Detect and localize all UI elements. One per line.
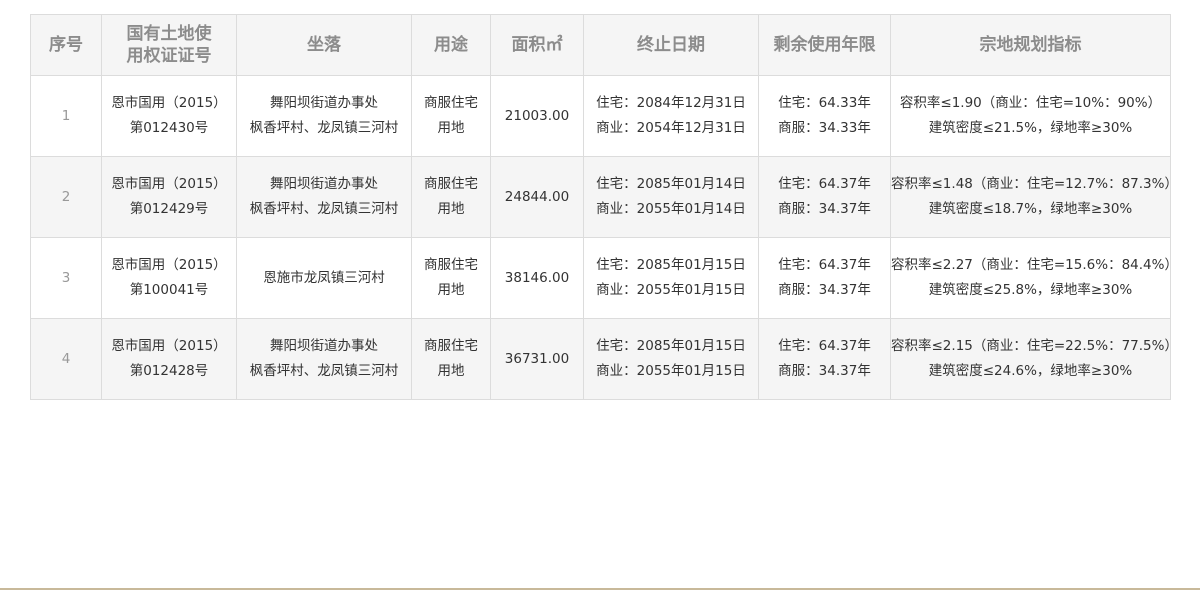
cell-text: 恩市国用（2015） (111, 338, 227, 354)
cell-remaining-years: 住宅：64.37年 商服：34.37年 (758, 156, 891, 238)
cell-text: 建筑密度≤24.6%，绿地率≥30% (928, 363, 1133, 379)
cell-area: 36731.00 (490, 318, 584, 400)
cell-text: 第012430号 (129, 120, 209, 136)
cell-text: 容积率≤1.90（商业：住宅=10%：90%） (899, 95, 1162, 111)
cell-area: 21003.00 (490, 75, 584, 157)
cell-text: 住宅：64.33年 (778, 95, 871, 111)
table-row: 4 恩市国用（2015） 第012428号 舞阳坝街道办事处 枫香坪村、龙凤镇三… (30, 318, 1178, 400)
header-remaining-years: 剩余使用年限 (758, 14, 891, 76)
cell-text: 建筑密度≤21.5%，绿地率≥30% (928, 120, 1133, 136)
cell-index: 3 (30, 237, 102, 319)
cell-location: 舞阳坝街道办事处 枫香坪村、龙凤镇三河村 (236, 75, 412, 157)
cell-certificate: 恩市国用（2015） 第012428号 (101, 318, 237, 400)
cell-text: 枫香坪村、龙凤镇三河村 (249, 363, 399, 379)
cell-text: 用地 (437, 120, 465, 136)
cell-text: 用地 (437, 201, 465, 217)
cell-usage: 商服住宅 用地 (411, 156, 491, 238)
cell-text: 第012428号 (129, 363, 209, 379)
cell-text: 恩市国用（2015） (111, 95, 227, 111)
header-location: 坐落 (236, 14, 412, 76)
cell-text: 商业：2055年01月15日 (596, 282, 746, 298)
cell-text: 住宅：64.37年 (778, 338, 871, 354)
cell-text: 容积率≤2.27（商业：住宅=15.6%：84.4%） (891, 257, 1178, 273)
table-row: 2 恩市国用（2015） 第012429号 舞阳坝街道办事处 枫香坪村、龙凤镇三… (30, 156, 1178, 238)
cell-index: 4 (30, 318, 102, 400)
cell-text: 用地 (437, 282, 465, 298)
table-header-row: 序号 国有土地使 用权证证号 坐落 用途 面积㎡ 终止日期 剩余使用年限 宗地规… (30, 14, 1171, 76)
cell-text: 恩施市龙凤镇三河村 (263, 269, 385, 286)
cell-text: 恩市国用（2015） (111, 257, 227, 273)
cell-text: 商服：34.37年 (778, 201, 871, 217)
cell-text: 舞阳坝街道办事处 (270, 338, 378, 354)
cell-text: 商服：34.37年 (778, 282, 871, 298)
cell-certificate: 恩市国用（2015） 第012430号 (101, 75, 237, 157)
cell-remaining-years: 住宅：64.37年 商服：34.37年 (758, 318, 891, 400)
header-certificate-line1: 国有土地使 (126, 24, 212, 44)
cell-location: 舞阳坝街道办事处 枫香坪村、龙凤镇三河村 (236, 318, 412, 400)
cell-text: 商业：2055年01月15日 (596, 363, 746, 379)
cell-text: 枫香坪村、龙凤镇三河村 (249, 201, 399, 217)
land-info-table: 序号 国有土地使 用权证证号 坐落 用途 面积㎡ 终止日期 剩余使用年限 宗地规… (30, 14, 1178, 400)
cell-text: 住宅：64.37年 (778, 257, 871, 273)
cell-text: 建筑密度≤25.8%，绿地率≥30% (928, 282, 1133, 298)
header-usage: 用途 (411, 14, 491, 76)
header-end-date: 终止日期 (583, 14, 759, 76)
cell-planning-indicators: 容积率≤1.90（商业：住宅=10%：90%） 建筑密度≤21.5%，绿地率≥3… (890, 75, 1171, 157)
cell-text: 容积率≤1.48（商业：住宅=12.7%：87.3%） (891, 176, 1178, 192)
cell-text: 容积率≤2.15（商业：住宅=22.5%：77.5%） (891, 338, 1178, 354)
cell-location: 舞阳坝街道办事处 枫香坪村、龙凤镇三河村 (236, 156, 412, 238)
cell-text: 商服：34.37年 (778, 363, 871, 379)
cell-remaining-years: 住宅：64.33年 商服：34.33年 (758, 75, 891, 157)
cell-end-date: 住宅：2084年12月31日 商业：2054年12月31日 (583, 75, 759, 157)
cell-area: 24844.00 (490, 156, 584, 238)
cell-text: 住宅：2085年01月15日 (596, 338, 746, 354)
cell-location: 恩施市龙凤镇三河村 (236, 237, 412, 319)
cell-text: 恩市国用（2015） (111, 176, 227, 192)
header-area: 面积㎡ (490, 14, 584, 76)
cell-planning-indicators: 容积率≤2.27（商业：住宅=15.6%：84.4%） 建筑密度≤25.8%，绿… (890, 237, 1178, 319)
cell-usage: 商服住宅 用地 (411, 75, 491, 157)
cell-text: 舞阳坝街道办事处 (270, 176, 378, 192)
cell-usage: 商服住宅 用地 (411, 318, 491, 400)
cell-text: 商服住宅 (424, 338, 478, 354)
cell-text: 住宅：2085年01月15日 (596, 257, 746, 273)
cell-text: 商业：2054年12月31日 (596, 120, 746, 136)
cell-text: 商服住宅 (424, 257, 478, 273)
header-index: 序号 (30, 14, 102, 76)
cell-usage: 商服住宅 用地 (411, 237, 491, 319)
cell-certificate: 恩市国用（2015） 第012429号 (101, 156, 237, 238)
cell-text: 商服住宅 (424, 176, 478, 192)
cell-certificate: 恩市国用（2015） 第100041号 (101, 237, 237, 319)
cell-planning-indicators: 容积率≤2.15（商业：住宅=22.5%：77.5%） 建筑密度≤24.6%，绿… (890, 318, 1178, 400)
cell-area: 38146.00 (490, 237, 584, 319)
cell-text: 第012429号 (129, 201, 209, 217)
cell-index: 1 (30, 75, 102, 157)
cell-text: 住宅：64.37年 (778, 176, 871, 192)
cell-remaining-years: 住宅：64.37年 商服：34.37年 (758, 237, 891, 319)
cell-end-date: 住宅：2085年01月14日 商业：2055年01月14日 (583, 156, 759, 238)
cell-end-date: 住宅：2085年01月15日 商业：2055年01月15日 (583, 318, 759, 400)
cell-planning-indicators: 容积率≤1.48（商业：住宅=12.7%：87.3%） 建筑密度≤18.7%，绿… (890, 156, 1178, 238)
header-certificate: 国有土地使 用权证证号 (101, 14, 237, 76)
cell-text: 商服：34.33年 (778, 120, 871, 136)
table-row: 3 恩市国用（2015） 第100041号 恩施市龙凤镇三河村 商服住宅 用地 … (30, 237, 1178, 319)
cell-text: 住宅：2085年01月14日 (596, 176, 746, 192)
cell-text: 舞阳坝街道办事处 (270, 95, 378, 111)
cell-text: 商服住宅 (424, 95, 478, 111)
cell-text: 用地 (437, 363, 465, 379)
cell-text: 住宅：2084年12月31日 (596, 95, 746, 111)
table-row: 1 恩市国用（2015） 第012430号 舞阳坝街道办事处 枫香坪村、龙凤镇三… (30, 75, 1171, 157)
cell-end-date: 住宅：2085年01月15日 商业：2055年01月15日 (583, 237, 759, 319)
cell-text: 建筑密度≤18.7%，绿地率≥30% (928, 201, 1133, 217)
header-certificate-line2: 用权证证号 (126, 46, 212, 66)
header-planning-indicators: 宗地规划指标 (890, 14, 1171, 76)
cell-text: 枫香坪村、龙凤镇三河村 (249, 120, 399, 136)
land-info-table-wrapper: 序号 国有土地使 用权证证号 坐落 用途 面积㎡ 终止日期 剩余使用年限 宗地规… (30, 14, 1178, 400)
cell-index: 2 (30, 156, 102, 238)
cell-text: 商业：2055年01月14日 (596, 201, 746, 217)
cell-text: 第100041号 (129, 282, 209, 298)
